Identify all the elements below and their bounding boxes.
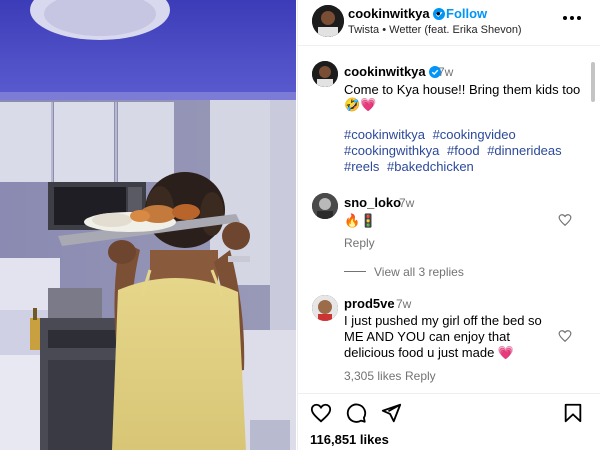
hashtag-link[interactable]: #food — [447, 143, 480, 158]
caption-timestamp[interactable]: 7w — [438, 65, 453, 79]
reply-button[interactable]: Reply — [344, 236, 375, 250]
heart-icon[interactable] — [558, 329, 572, 343]
post-header: cookinwitkya • Follow Twista • Wetter (f… — [298, 0, 600, 46]
hashtag-link[interactable]: #reels — [344, 159, 379, 174]
hashtag-list: #cookinwitkya #cookingvideo #cookingwith… — [344, 127, 584, 175]
caption-text: Come to Kya house!! Bring them kids too — [344, 82, 581, 97]
author-username[interactable]: cookinwitkya — [348, 6, 445, 21]
view-replies-line — [344, 271, 366, 272]
author-avatar-image — [312, 5, 344, 37]
comments-list[interactable]: cookinwitkya 7w Come to Kya house!! Brin… — [298, 47, 600, 392]
heart-icon[interactable] — [558, 213, 572, 227]
post-details-panel: cookinwitkya • Follow Twista • Wetter (f… — [297, 0, 600, 450]
commenter-avatar[interactable] — [312, 193, 338, 219]
more-options-icon[interactable] — [560, 8, 584, 28]
view-replies-button[interactable]: View all 3 replies — [344, 265, 464, 279]
author-username-text[interactable]: cookinwitkya — [348, 6, 430, 21]
comment-icon[interactable] — [345, 402, 367, 424]
follow-button[interactable]: Follow — [446, 6, 487, 21]
share-icon[interactable] — [380, 402, 402, 424]
view-replies-label[interactable]: View all 3 replies — [374, 265, 464, 279]
reel-video[interactable] — [0, 0, 296, 450]
comment-text: I just pushed my girl off the bed so ME … — [344, 313, 542, 360]
comments-scrollbar[interactable] — [591, 62, 595, 102]
action-bar: 116,851 likes — [298, 393, 600, 450]
caption-author-avatar[interactable] — [312, 61, 338, 87]
author-avatar[interactable] — [312, 5, 344, 37]
caption-emojis: 🤣💗 — [344, 97, 377, 112]
commenter-avatar-image — [312, 295, 338, 321]
commenter-avatar-image — [312, 193, 338, 219]
video-frame — [0, 0, 296, 450]
hashtag-link[interactable]: #cookinwitkya — [344, 127, 425, 142]
comment-text: 🔥🚦 — [344, 213, 377, 228]
likes-count[interactable]: 116,851 likes — [310, 432, 389, 447]
commenter-avatar[interactable] — [312, 295, 338, 321]
caption-username-text[interactable]: cookinwitkya — [344, 64, 426, 79]
comment-timestamp[interactable]: 7w — [396, 297, 411, 311]
hashtag-link[interactable]: #cookingvideo — [433, 127, 516, 142]
hashtag-link[interactable]: #cookingwithkya — [344, 143, 439, 158]
comment-timestamp[interactable]: 7w — [399, 196, 414, 210]
hashtag-link[interactable]: #dinnerideas — [487, 143, 561, 158]
hashtag-link[interactable]: #bakedchicken — [387, 159, 474, 174]
heart-icon[interactable] — [310, 402, 332, 424]
comment-likes-count[interactable]: 3,305 likes — [344, 369, 401, 383]
comment-username[interactable]: sno_loko — [344, 195, 401, 210]
bookmark-icon[interactable] — [562, 402, 584, 424]
caption-avatar-image — [312, 61, 338, 87]
comment-username[interactable]: prod5ve — [344, 296, 395, 311]
caption-username[interactable]: cookinwitkya — [344, 64, 441, 79]
audio-track-link[interactable]: Twista • Wetter (feat. Erika Shevon) — [348, 24, 522, 36]
header-separator: • — [436, 6, 441, 21]
reply-button[interactable]: Reply — [405, 369, 436, 383]
